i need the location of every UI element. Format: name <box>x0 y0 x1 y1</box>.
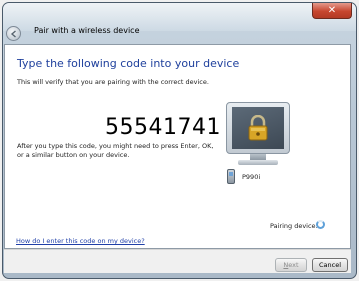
next-button[interactable]: Next <box>275 258 307 272</box>
help-link[interactable]: How do I enter this code on my device? <box>16 237 145 245</box>
pairing-status: Pairing device... <box>270 222 322 230</box>
cancel-button[interactable]: Cancel <box>312 258 348 272</box>
progress-spinner-icon <box>316 220 325 229</box>
close-button[interactable]: ✕ <box>312 3 352 19</box>
wizard-title: Pair with a wireless device <box>34 26 140 35</box>
back-arrow-icon <box>10 29 16 38</box>
phone-icon <box>227 169 235 184</box>
lock-icon <box>248 115 268 141</box>
device-name: P990i <box>242 173 261 181</box>
monitor-icon <box>226 102 290 154</box>
back-button[interactable] <box>6 26 21 41</box>
close-icon: ✕ <box>327 5 337 16</box>
instruction-text: After you type this code, you might need… <box>17 142 214 159</box>
content-panel: Type the following code into your device… <box>4 44 351 249</box>
page-subtext: This will verify that you are pairing wi… <box>17 78 209 86</box>
monitor-screen <box>232 107 284 149</box>
cancel-button-label: Cancel <box>318 261 342 269</box>
page-heading: Type the following code into your device <box>17 57 240 70</box>
pairing-code: 55541741 <box>105 115 221 140</box>
next-button-label: Next <box>283 261 299 269</box>
monitor-base <box>238 160 278 165</box>
